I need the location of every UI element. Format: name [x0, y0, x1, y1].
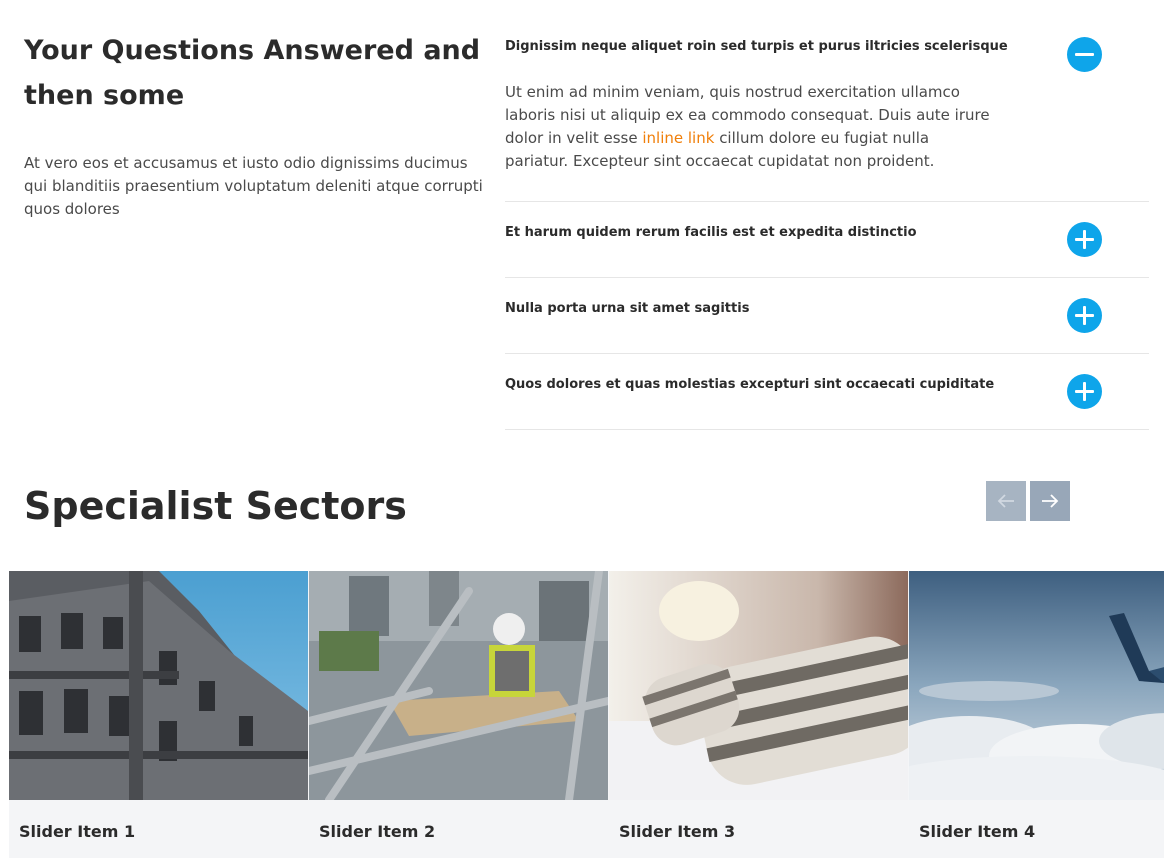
- hotel-bed-pillows-image: [609, 571, 908, 800]
- faq-answer: Ut enim ad minim veniam, quis nostrud ex…: [505, 83, 990, 170]
- faq-title: Your Questions Answered and then some: [24, 35, 481, 111]
- slider-item[interactable]: Slider Item 2: [309, 571, 609, 858]
- slider-item[interactable]: Slider Item 1: [9, 571, 309, 858]
- arrow-right-icon: [1042, 494, 1059, 508]
- slider-item-caption: Slider Item 4: [919, 822, 1036, 841]
- slider-item[interactable]: Slider Item 4: [909, 571, 1164, 858]
- faq-item: Et harum quidem rerum facilis est et exp…: [505, 202, 1149, 278]
- historic-building-image: [9, 571, 308, 800]
- sectors-slider[interactable]: Slider Item 1 Slider Item 2 Slider Item …: [9, 571, 1164, 858]
- arrow-left-icon: [997, 494, 1014, 508]
- slider-prev-button[interactable]: [986, 481, 1026, 521]
- faq-accordion: Dignissim neque aliquet roin sed turpis …: [505, 30, 1149, 430]
- collapse-minus-icon[interactable]: [1067, 37, 1102, 72]
- faq-question[interactable]: Nulla porta urna sit amet sagittis: [505, 300, 1149, 318]
- slider-next-button[interactable]: [1030, 481, 1070, 521]
- scaffolding-worker-image: [309, 571, 608, 800]
- faq-question[interactable]: Et harum quidem rerum facilis est et exp…: [505, 224, 1149, 242]
- expand-plus-icon[interactable]: [1067, 222, 1102, 257]
- slider-item-caption: Slider Item 3: [619, 822, 736, 841]
- inline-link[interactable]: inline link: [642, 129, 714, 147]
- slider-item-caption: Slider Item 2: [319, 822, 436, 841]
- expand-plus-icon[interactable]: [1067, 298, 1102, 333]
- faq-question[interactable]: Dignissim neque aliquet roin sed turpis …: [505, 38, 1149, 56]
- slider-item[interactable]: Slider Item 3: [609, 571, 909, 858]
- faq-item: Nulla porta urna sit amet sagittis: [505, 278, 1149, 354]
- slider-item-caption: Slider Item 1: [19, 822, 136, 841]
- faq-item: Dignissim neque aliquet roin sed turpis …: [505, 30, 1149, 202]
- airplane-wing-clouds-image: [909, 571, 1164, 800]
- faq-question[interactable]: Quos dolores et quas molestias excepturi…: [505, 376, 1149, 394]
- expand-plus-icon[interactable]: [1067, 374, 1102, 409]
- faq-intro: At vero eos et accusamus et iusto odio d…: [24, 154, 483, 218]
- sectors-title: Specialist Sectors: [24, 484, 407, 528]
- faq-item: Quos dolores et quas molestias excepturi…: [505, 354, 1149, 430]
